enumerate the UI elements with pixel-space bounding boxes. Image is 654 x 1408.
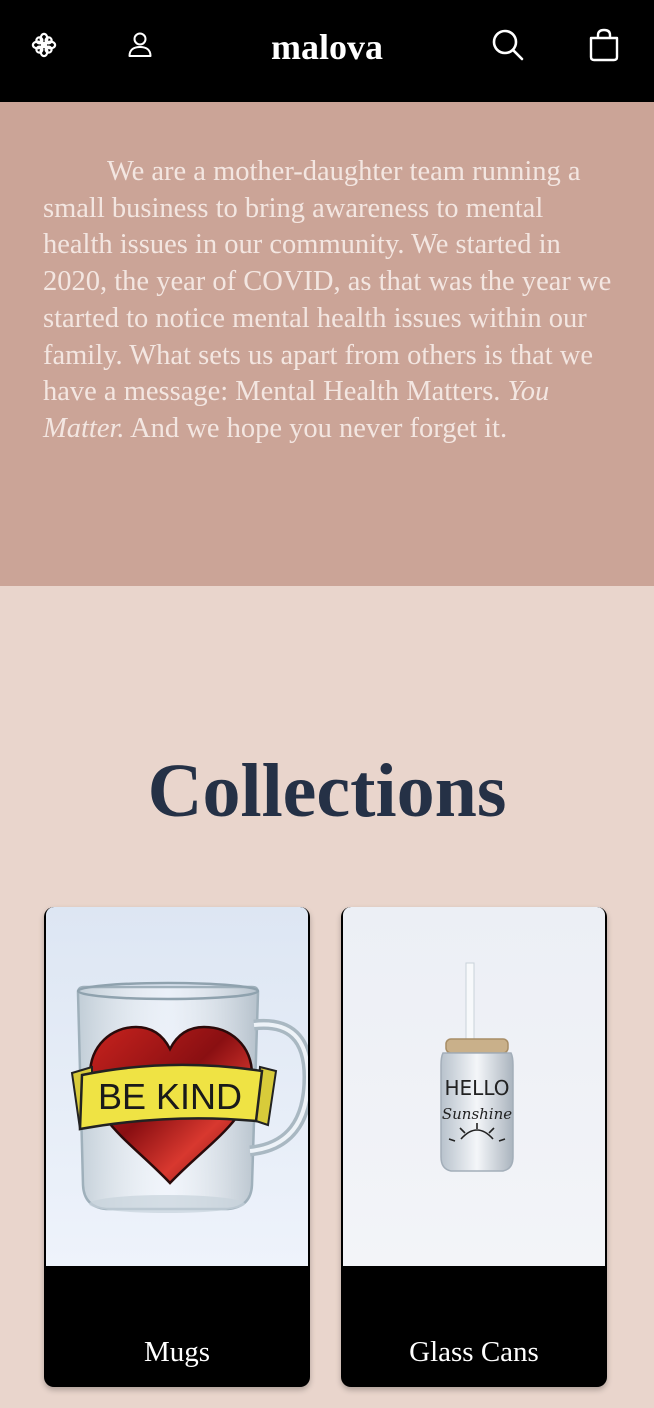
brand-name[interactable]: malova bbox=[271, 27, 383, 67]
card-label-glass-cans: Glass Cans bbox=[409, 1336, 539, 1368]
collection-card-glass-cans[interactable]: HELLO Sunshine Glass Cans bbox=[341, 907, 607, 1387]
collections-heading: Collections bbox=[147, 749, 507, 833]
svg-text:BE KIND: BE KIND bbox=[98, 1076, 242, 1117]
collections-section: Collections BE KIND Mugs HELLO Sunshine … bbox=[0, 586, 654, 1408]
card-label-mugs: Mugs bbox=[143, 1336, 211, 1368]
about-section: We are a mother-daughter team running a … bbox=[0, 102, 654, 586]
about-body-text: We are a mother-daughter team running a … bbox=[43, 156, 612, 408]
collection-card-mugs[interactable]: BE KIND Mugs bbox=[44, 907, 310, 1387]
svg-text:HELLO: HELLO bbox=[445, 1076, 510, 1100]
shopping-bag-icon[interactable] bbox=[582, 23, 626, 67]
site-header: malova bbox=[0, 0, 654, 102]
mug-photo: BE KIND bbox=[46, 907, 308, 1266]
flower-icon[interactable] bbox=[22, 23, 66, 67]
search-icon[interactable] bbox=[486, 23, 530, 67]
svg-text:Sunshine: Sunshine bbox=[442, 1105, 512, 1123]
about-closing-text: And we hope you never forget it. bbox=[124, 412, 508, 444]
brand-logo: malova bbox=[0, 24, 654, 70]
glass-can-photo: HELLO Sunshine bbox=[343, 907, 605, 1266]
about-paragraph: We are a mother-daughter team running a … bbox=[43, 154, 618, 448]
user-icon[interactable] bbox=[118, 23, 162, 67]
